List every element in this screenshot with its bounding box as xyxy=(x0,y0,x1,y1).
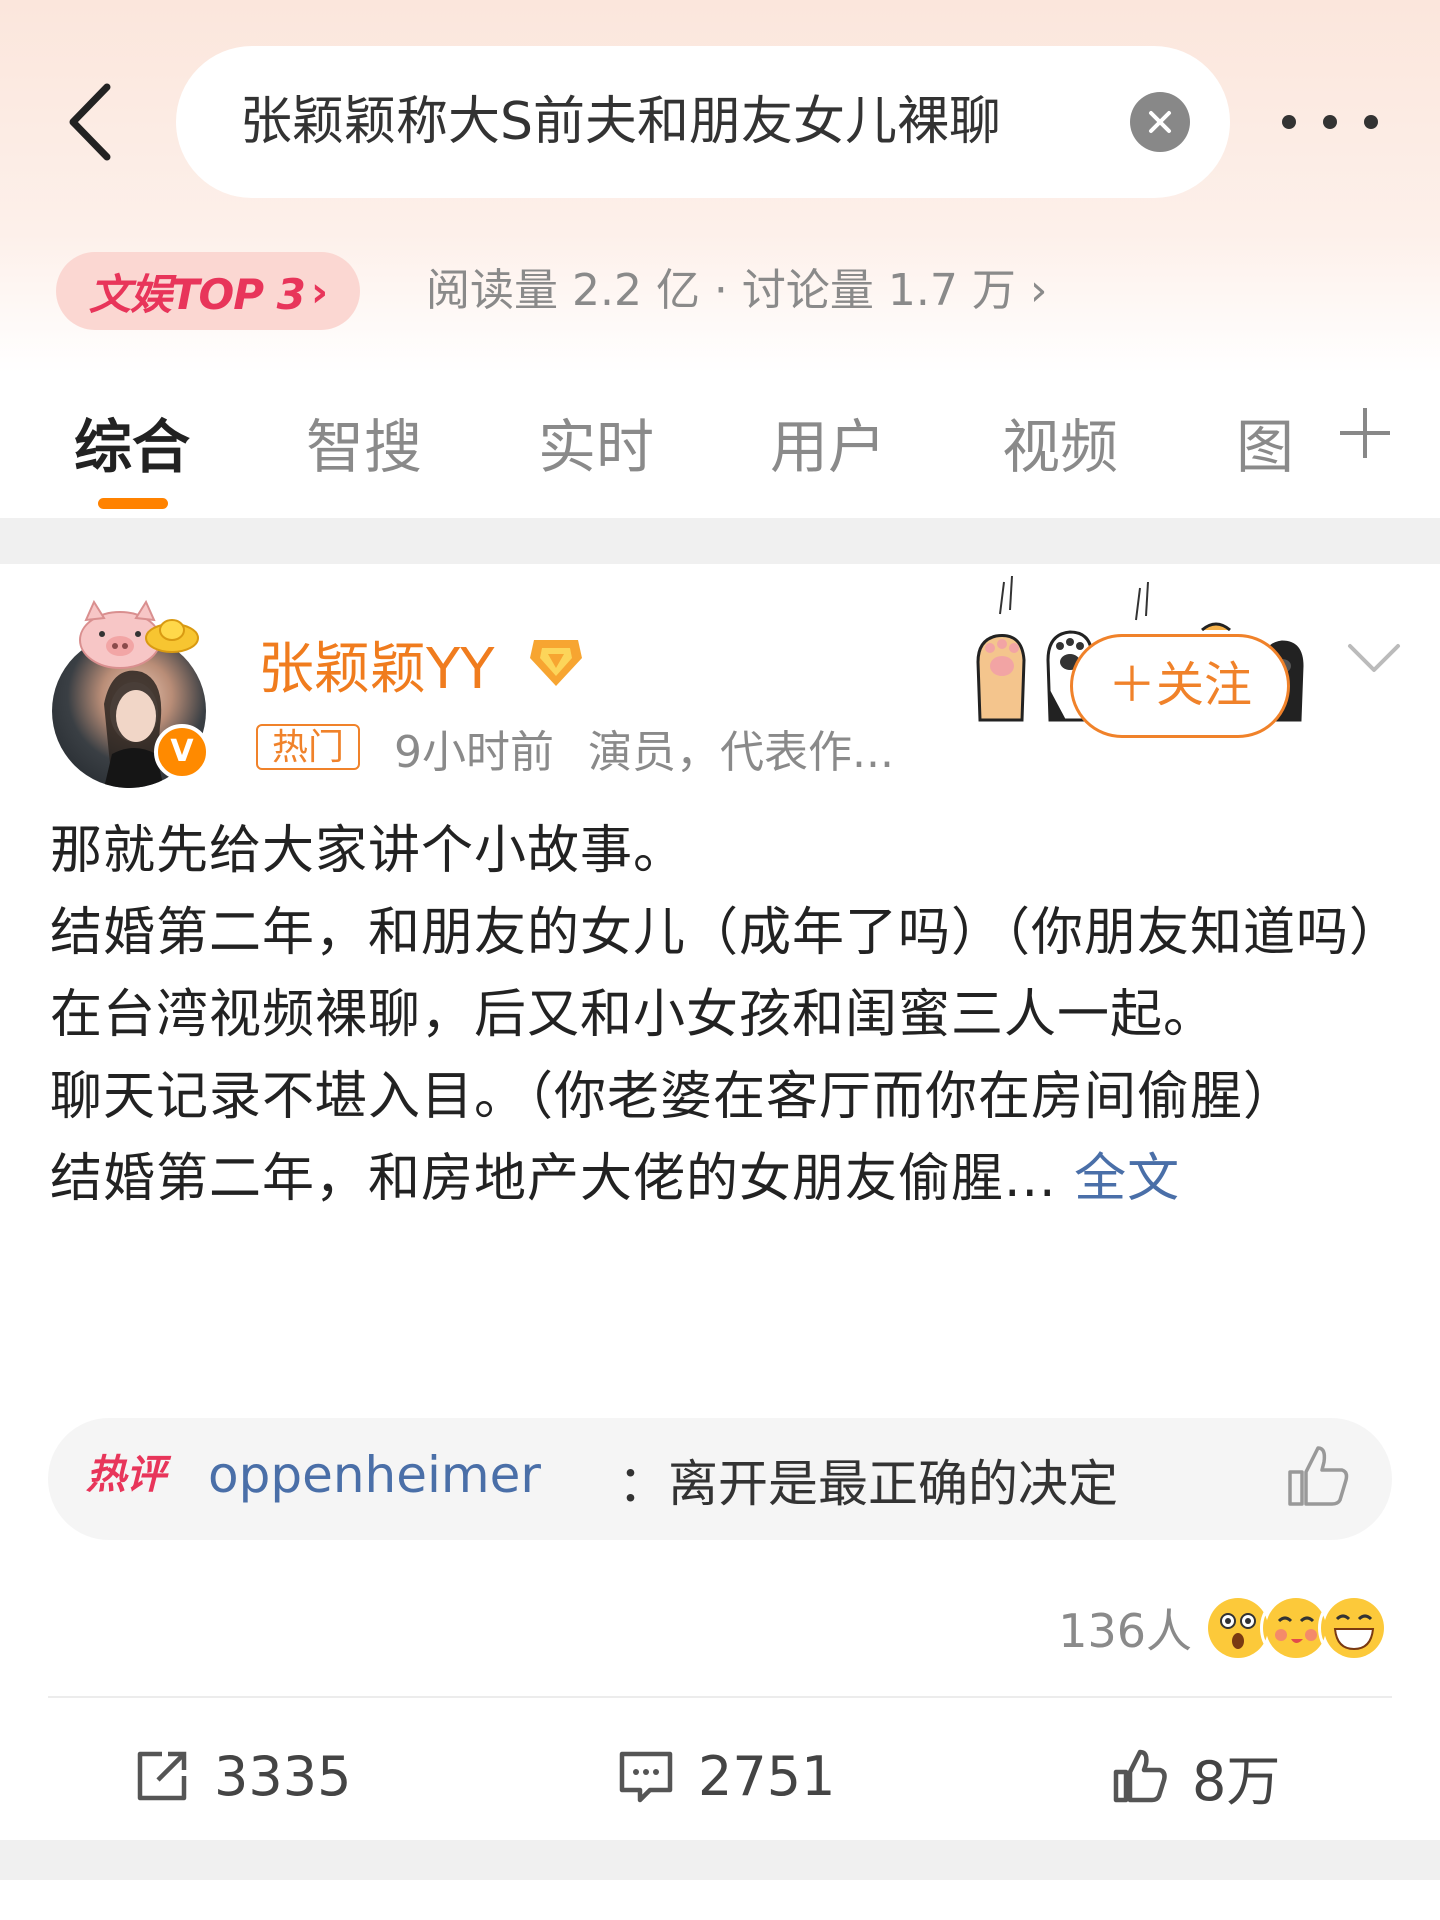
dot-icon xyxy=(1323,115,1337,129)
hot-comment-label: 热评 xyxy=(86,1452,166,1498)
like-count: 8万 xyxy=(1192,1749,1281,1813)
tab-bar: 综合 智搜 实时 用户 视频 图 xyxy=(0,390,1440,518)
repost-count: 3335 xyxy=(214,1744,352,1808)
repost-button[interactable]: 3335 xyxy=(132,1730,351,1822)
chevron-down-icon[interactable] xyxy=(1344,638,1404,678)
hot-comment-text: ：离开是最正确的决定 xyxy=(618,1455,1118,1513)
medal-icon xyxy=(530,640,582,686)
topic-stats[interactable]: 阅读量 2.2 亿 · 讨论量 1.7 万 › xyxy=(426,252,1047,330)
thumbs-up-icon[interactable] xyxy=(1282,1440,1354,1512)
back-button[interactable] xyxy=(58,82,122,162)
search-bar[interactable]: 张颖颖称大S前夫和朋友女儿裸聊 xyxy=(176,46,1230,198)
tab-comprehensive[interactable]: 综合 xyxy=(74,400,190,484)
chevron-right-icon: › xyxy=(1029,265,1048,316)
post-line: 那就先给大家讲个小故事。 xyxy=(50,821,687,881)
thumbs-up-icon xyxy=(1113,1749,1167,1803)
tab-users[interactable]: 用户 xyxy=(770,400,886,484)
comment-icon xyxy=(619,1751,673,1803)
topic-stats-text: 阅读量 2.2 亿 · 讨论量 1.7 万 xyxy=(426,265,1016,316)
comment-count: 2751 xyxy=(698,1744,836,1808)
search-input[interactable]: 张颖颖称大S前夫和朋友女儿裸聊 xyxy=(240,46,1070,198)
profile-desc: 演员，代表作... xyxy=(588,727,894,778)
next-post-card xyxy=(0,1880,1440,1920)
reactions[interactable]: 136人 xyxy=(1058,1588,1390,1668)
tab-smart-search[interactable]: 智搜 xyxy=(306,400,422,484)
close-icon xyxy=(1149,111,1171,133)
rank-badge-label: 文娱TOP 3 xyxy=(88,269,306,319)
post-time: 9小时前 xyxy=(394,727,554,778)
post-card: V 张颖颖YY 热门 9小时前 演员，代表作... ＋关注 那就先给大家讲个小故事… xyxy=(0,564,1440,1840)
plus-icon[interactable] xyxy=(1336,404,1394,462)
full-text-link[interactable]: 全文 xyxy=(1074,1149,1180,1209)
post-line: 结婚第二年，和朋友的女儿（成年了吗）（你朋友知道吗）在台湾视频裸聊，后又和小女孩… xyxy=(50,903,1377,1045)
more-options-button[interactable] xyxy=(1282,98,1378,146)
post-text: 那就先给大家讲个小故事。 结婚第二年，和朋友的女儿（成年了吗）（你朋友知道吗）在… xyxy=(50,810,1400,1220)
comment-button[interactable]: 2751 xyxy=(616,1730,835,1822)
post-line-text: 结婚第二年，和房地产大佬的女朋友偷腥... xyxy=(50,1149,1057,1209)
divider xyxy=(48,1696,1392,1698)
chevron-left-icon xyxy=(69,83,111,161)
clear-search-button[interactable] xyxy=(1130,92,1190,152)
reactions-count: 136人 xyxy=(1058,1604,1192,1658)
hot-comment-user[interactable]: oppenheimer xyxy=(208,1446,541,1504)
laughing-emoji-icon xyxy=(1318,1592,1390,1664)
tab-videos[interactable]: 视频 xyxy=(1002,400,1118,484)
hot-comment[interactable]: 热评 oppenheimer ：离开是最正确的决定 xyxy=(48,1418,1392,1540)
gold-ingot-icon xyxy=(145,619,199,653)
verified-badge: V xyxy=(154,724,210,780)
tab-images[interactable]: 图 xyxy=(1236,400,1294,484)
follow-button[interactable]: ＋关注 xyxy=(1070,634,1290,738)
search-fade xyxy=(1036,66,1126,178)
post-line: 结婚第二年，和房地产大佬的女朋友偷腥... 全文 xyxy=(50,1138,1400,1220)
hot-tag: 热门 xyxy=(256,724,361,770)
chevron-right-icon: › xyxy=(310,266,328,316)
dot-icon xyxy=(1364,115,1378,129)
like-button[interactable]: 8万 xyxy=(1110,1730,1280,1822)
active-tab-indicator xyxy=(98,498,168,509)
header-area: 张颖颖称大S前夫和朋友女儿裸聊 文娱TOP 3 › 阅读量 2.2 亿 · 讨论… xyxy=(0,0,1440,518)
dot-icon xyxy=(1282,115,1296,129)
repost-icon xyxy=(137,1751,187,1801)
rank-badge[interactable]: 文娱TOP 3 › xyxy=(56,252,360,330)
username[interactable]: 张颖颖YY xyxy=(258,624,494,705)
tab-realtime[interactable]: 实时 xyxy=(538,400,654,484)
post-meta: 9小时前 演员，代表作... xyxy=(394,716,894,780)
post-line: 聊天记录不堪入目。（你老婆在客厅而你在房间偷腥） xyxy=(50,1067,1297,1127)
